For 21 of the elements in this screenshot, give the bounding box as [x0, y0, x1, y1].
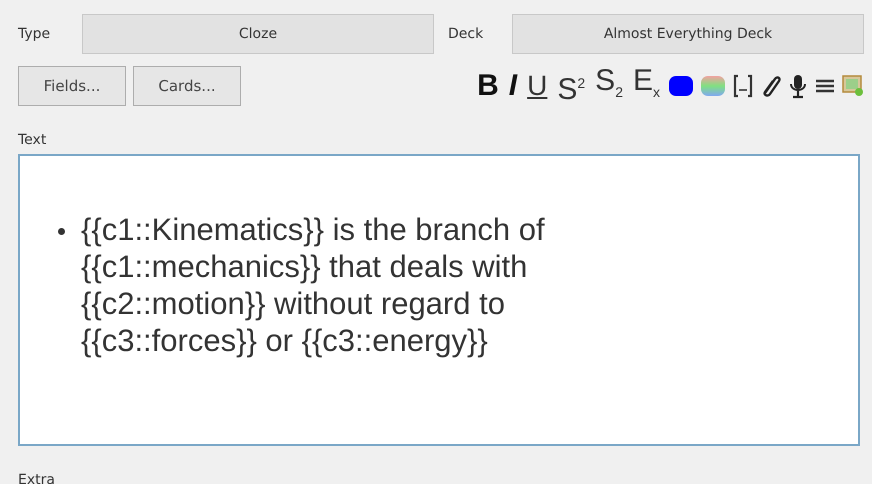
- cards-button[interactable]: Cards...: [133, 66, 241, 106]
- underline-button[interactable]: U: [525, 71, 550, 101]
- clear-format-button[interactable]: E$_{x}$: [630, 66, 662, 106]
- note-type-label: Type: [18, 26, 52, 42]
- italic-button[interactable]: I: [506, 71, 520, 101]
- cloze-icon[interactable]: [732, 73, 754, 99]
- subscript-button[interactable]: S$_{2}$: [593, 66, 625, 106]
- field-label: Text: [18, 132, 48, 150]
- bullet-icon: [58, 228, 65, 235]
- note-type-selector[interactable]: Cloze: [82, 14, 434, 54]
- superscript-button[interactable]: S$^{2}$: [555, 68, 588, 104]
- bold-button[interactable]: B: [475, 71, 501, 101]
- cloze-text: {{c1::Kinematics}} is the branch of {{c1::mechanics}} that deals with {{c2::motion}} without regard to {{c3::forces}} or {{c3::energy}}: [81, 211, 546, 359]
- image-icon[interactable]: [842, 73, 864, 99]
- color-swatch-icon[interactable]: [668, 73, 694, 99]
- field-label: Extra: [18, 472, 56, 484]
- fields-button[interactable]: Fields...: [18, 66, 126, 106]
- text-field[interactable]: {{c1::Kinematics}} is the branch of {{c1::mechanics}} that deals with {{c2::motion}} without regard to {{c3::forces}} or {{c3::energy}}: [18, 154, 860, 446]
- deck-label: Deck: [448, 26, 484, 42]
- microphone-icon[interactable]: [788, 73, 808, 99]
- deck-selector[interactable]: Almost Everything Deck: [512, 14, 864, 54]
